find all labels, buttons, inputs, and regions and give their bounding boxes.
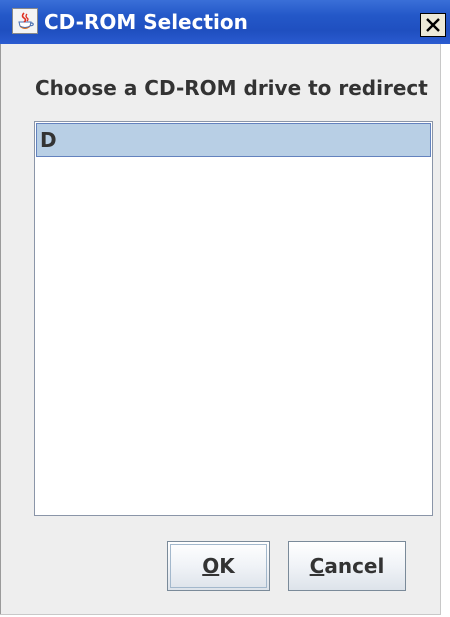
cancel-mnemonic: C — [309, 554, 325, 578]
window-title: CD-ROM Selection — [44, 10, 248, 34]
ok-label-rest: K — [219, 554, 235, 578]
cancel-label-rest: ancel — [324, 554, 385, 578]
drive-list-item-label: D — [40, 128, 57, 152]
ok-mnemonic: O — [202, 554, 220, 578]
drive-list[interactable]: D — [34, 121, 433, 516]
title-bar[interactable]: CD-ROM Selection — [0, 0, 450, 44]
drive-list-item-d[interactable]: D — [36, 123, 431, 157]
cdrom-selection-dialog: CD-ROM Selection Choose a CD-ROM drive t… — [0, 0, 450, 617]
dialog-content: Choose a CD-ROM drive to redirect D OK C… — [0, 44, 441, 615]
window-border — [0, 44, 1, 614]
cancel-button[interactable]: Cancel — [288, 541, 406, 591]
java-cup-icon — [12, 8, 38, 34]
prompt-label: Choose a CD-ROM drive to redirect — [35, 76, 428, 100]
close-button[interactable] — [420, 13, 446, 37]
close-x-icon — [426, 18, 440, 32]
ok-button[interactable]: OK — [167, 541, 270, 591]
